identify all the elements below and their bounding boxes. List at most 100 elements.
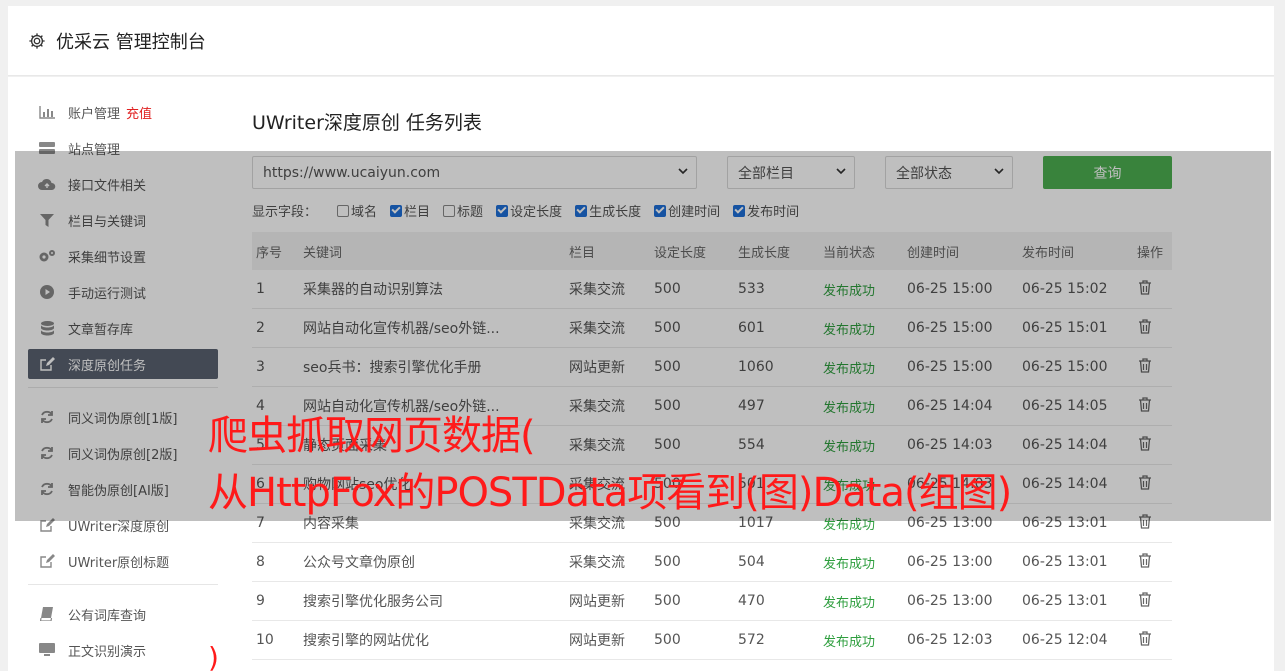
table-cell: 500 [654,515,681,531]
table-cell: 06-25 14:04 [1022,476,1108,492]
table-cell: 网站更新 [569,360,625,376]
sidebar-item-label: 同义词伪原创[2版] [68,447,178,463]
checkbox-checked-icon [733,204,746,217]
table-cell: 搜索引擎优化服务公司 [303,594,443,610]
gears-icon [38,249,56,263]
status-select[interactable]: 全部状态 [885,156,1013,189]
field-checkbox-gen-length[interactable]: 生成长度 [575,201,641,220]
play-circle-icon [38,285,56,299]
field-checkbox-create-time[interactable]: 创建时间 [654,201,720,220]
table-cell: 网站更新 [569,594,625,610]
monitor-icon [38,643,56,657]
sidebar-item-interface-files[interactable]: 接口文件相关 [28,169,218,199]
trash-icon[interactable] [1137,318,1153,334]
table-cell: 500 [654,437,681,453]
sidebar-item-uwriter-title[interactable]: UWriter原创标题 [28,546,218,576]
table-cell [1137,513,1172,533]
table-cell: 1 [256,281,265,297]
table-cell: 1060 [738,359,774,375]
table-cell: 购物网站seo优化 [303,477,412,493]
trash-icon[interactable] [1137,552,1153,568]
sidebar-item-text-recognition[interactable]: 正文识别演示 [28,635,218,665]
table-cell: 533 [738,281,765,297]
recharge-link[interactable]: 充值 [126,103,152,122]
sidebar-item-label: 站点管理 [68,142,121,158]
table-cell: 572 [738,632,765,648]
sidebar-item-columns-keywords[interactable]: 栏目与关键词 [28,205,218,235]
table-cell: 5 [256,437,265,453]
table-cell: 06-25 12:04 [1022,632,1108,648]
field-checkbox-set-length[interactable]: 设定长度 [496,201,562,220]
column-header: 创建时间 [907,245,960,261]
trash-icon[interactable] [1137,474,1153,490]
table-cell: 网站自动化宣传机器/seo外链... [303,399,500,415]
field-checkbox-domain[interactable]: 域名 [337,201,377,220]
trash-icon[interactable] [1137,279,1153,295]
status-cell: 发布成功 [823,400,876,416]
trash-icon[interactable] [1137,357,1153,373]
table-row: 2 网站自动化宣传机器/seo外链... 采集交流 500 601 发布成功 06-25 1… [252,309,1172,348]
table-cell: 06-25 14:04 [907,398,993,414]
sidebar-item-label: 手动运行测试 [68,286,147,302]
sidebar-item-label: UWriter原创标题 [68,555,170,571]
sidebar-item-uwriter-deep[interactable]: UWriter深度原创 [28,510,218,540]
sidebar-item-deep-original-task[interactable]: 深度原创任务 [28,349,218,379]
trash-icon[interactable] [1137,435,1153,451]
table-cell: 采集交流 [569,321,625,337]
edit-icon [38,518,56,532]
sidebar-item-synonym-v1[interactable]: 同义词伪原创[1版] [28,402,218,432]
sidebar-item-ai-rewrite[interactable]: 智能伪原创[AI版] [28,474,218,504]
sidebar: 账户管理 充值 站点管理 接口文件相关 栏目与关键词 采集细节设置 手动运行测试… [28,97,218,671]
table-row: 9 搜索引擎优化服务公司 网站更新 500 470 发布成功 06-25 13:00 06-2… [252,582,1172,621]
gear-icon[interactable] [28,32,46,50]
table-cell: 1017 [738,515,774,531]
edit-icon [38,357,56,371]
trash-icon[interactable] [1137,630,1153,646]
table-cell [1137,591,1172,611]
sidebar-item-public-lexicon[interactable]: 公有词库查询 [28,599,218,629]
sidebar-item-manual-test[interactable]: 手动运行测试 [28,277,218,307]
table-cell: 06-25 13:00 [907,593,993,609]
field-checkbox-title[interactable]: 标题 [443,201,483,220]
site-select[interactable]: https://www.ucaiyun.com [252,156,697,189]
sidebar-item-label: 账户管理 [68,106,121,122]
column-header: 设定长度 [654,245,707,261]
column-select[interactable]: 全部栏目 [727,156,855,189]
table-cell: 06-25 13:00 [907,554,993,570]
sidebar-item-sites[interactable]: 站点管理 [28,133,218,163]
table-cell: 7 [256,515,265,531]
table-cell [1137,435,1172,455]
trash-icon[interactable] [1137,396,1153,412]
book-icon [38,607,56,621]
table-cell: 采集器的自动识别算法 [303,282,443,298]
field-checkbox-publish-time[interactable]: 发布时间 [733,201,799,220]
database-icon [38,320,56,335]
sidebar-item-account[interactable]: 账户管理 充值 [28,97,218,127]
sidebar-item-article-store[interactable]: 文章暂存库 [28,313,218,343]
trash-icon[interactable] [1137,591,1153,607]
field-checkbox-column[interactable]: 栏目 [390,201,430,220]
table-cell: 06-25 15:00 [907,359,993,375]
filter-bar: https://www.ucaiyun.com 全部栏目 全部状态 查询 [252,156,1172,189]
display-fields-label: 显示字段： [252,205,318,220]
table-cell: 500 [654,632,681,648]
table-cell: 采集交流 [569,555,625,571]
query-button[interactable]: 查询 [1043,156,1172,189]
trash-icon[interactable] [1137,513,1153,529]
table-cell: 公众号文章伪原创 [303,555,415,571]
sidebar-item-synonym-v2[interactable]: 同义词伪原创[2版] [28,438,218,468]
column-header: 关键词 [303,245,343,261]
column-header: 发布时间 [1022,245,1075,261]
checkbox-checked-icon [390,204,403,217]
table-cell: 500 [654,476,681,492]
table-cell: seo兵书：搜索引擎优化手册 [303,360,482,376]
table-cell: 554 [738,437,765,453]
sidebar-item-collect-settings[interactable]: 采集细节设置 [28,241,218,271]
table-cell: 9 [256,593,265,609]
status-cell: 发布成功 [823,556,876,572]
table-cell: 06-25 13:01 [1022,515,1108,531]
refresh-icon [38,482,56,496]
table-cell: 500 [654,593,681,609]
sidebar-item-label: 采集细节设置 [68,250,147,266]
table-row: 7 内容采集 采集交流 500 1017 发布成功 06-25 13:00 06-25 13:… [252,504,1172,543]
